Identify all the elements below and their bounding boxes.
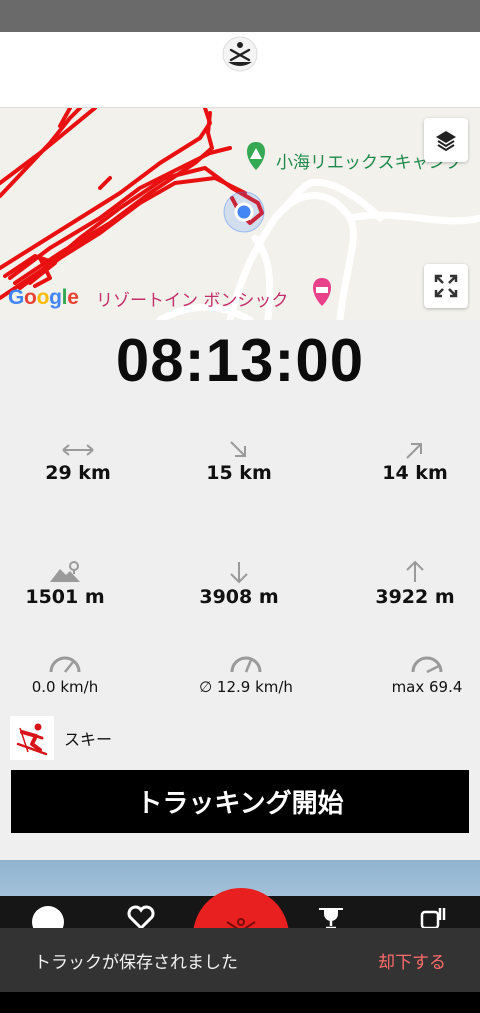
stat-downhill-distance: 15 km (159, 440, 319, 484)
stat-current-speed: 0.0 km/h (0, 654, 145, 696)
arrow-down-icon (230, 562, 248, 584)
stat-descent: 3908 m (159, 560, 319, 608)
max-speed-value: max 69.4 (391, 678, 463, 696)
map-view[interactable]: 小海リエックスキャンプ リゾートイン ボンシック Google (0, 108, 480, 320)
skier-logo-icon (222, 36, 258, 72)
stat-average-speed: ∅ 12.9 km/h (166, 654, 326, 696)
system-navigation-bar (0, 992, 480, 1013)
ascent-value: 3922 m (375, 586, 455, 608)
start-tracking-button[interactable]: トラッキング開始 (11, 770, 469, 833)
elapsed-time: 08:13:00 (115, 327, 365, 394)
speedometer-average-icon (230, 656, 262, 673)
arrow-up-right-icon (406, 443, 422, 459)
speedometer-low-icon (49, 656, 81, 673)
expand-icon (434, 274, 458, 298)
distance-value: 29 km (45, 462, 111, 484)
skier-icon (10, 716, 54, 760)
snackbar: トラックが保存されました 却下する (0, 928, 480, 992)
map-poi-hotel-label[interactable]: リゾートイン ボンシック (96, 286, 288, 311)
descent-value: 3908 m (199, 586, 279, 608)
app-header (0, 32, 480, 108)
dismiss-button[interactable]: 却下する (378, 948, 446, 973)
horizontal-arrows-icon (62, 444, 94, 456)
profile-icon (420, 908, 446, 930)
map-fullscreen-button[interactable] (424, 264, 468, 308)
current-speed-value: 0.0 km/h (31, 678, 99, 696)
map-layers-button[interactable] (424, 118, 468, 162)
stat-uphill-distance: 14 km (335, 440, 480, 484)
google-logo: Google (8, 286, 79, 309)
altitude-value: 1501 m (25, 586, 105, 608)
mountain-pin-icon (50, 561, 80, 582)
arrow-down-right-icon (230, 441, 246, 457)
layers-icon (436, 131, 456, 152)
stat-altitude: 1501 m (0, 560, 145, 608)
stat-distance: 29 km (0, 440, 158, 484)
arrow-up-icon (406, 560, 424, 582)
status-bar (0, 0, 480, 32)
activity-label[interactable]: スキー (64, 726, 112, 750)
snackbar-message: トラックが保存されました (34, 952, 238, 973)
uphill-distance-value: 14 km (382, 462, 448, 484)
trophy-icon (319, 908, 343, 930)
speedometer-max-icon (411, 656, 443, 674)
stat-ascent: 3922 m (335, 560, 480, 608)
heart-icon (127, 905, 155, 931)
average-speed-value: ∅ 12.9 km/h (199, 678, 293, 696)
downhill-distance-value: 15 km (206, 462, 272, 484)
stat-max-speed: max 69.4 (347, 654, 480, 696)
activity-selector[interactable]: スキー (10, 716, 112, 760)
